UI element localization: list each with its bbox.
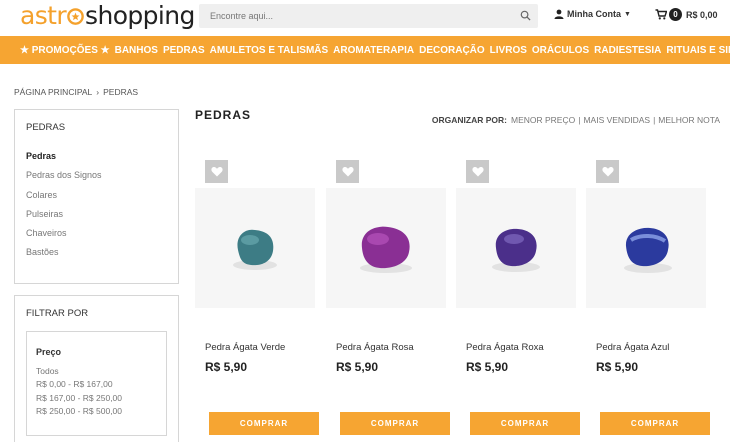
heart-icon <box>601 167 614 177</box>
nav-item-banhos[interactable]: BANHOS <box>115 45 158 56</box>
stone-image <box>624 227 672 273</box>
favorite-button[interactable] <box>466 160 489 183</box>
stone-image <box>233 229 277 270</box>
nav-item-decoracao[interactable]: DECORAÇÃO <box>419 45 485 56</box>
stone-highlight <box>241 235 259 245</box>
product-name[interactable]: Pedra Ágata Rosa <box>336 342 414 353</box>
filter-panel: FILTRAR POR Preço Todos R$ 0,00 - R$ 167… <box>14 295 179 442</box>
price-filter-list: Todos R$ 0,00 - R$ 167,00 R$ 167,00 - R$… <box>36 366 122 419</box>
category-item-pedras-dos-signos[interactable]: Pedras dos Signos <box>26 170 102 189</box>
stone-body <box>361 226 410 269</box>
logo-text-part2: shopping <box>85 1 195 30</box>
breadcrumb-separator: › <box>96 87 100 97</box>
nav-item-aromaterapia[interactable]: AROMATERAPIA <box>333 45 414 56</box>
account-menu[interactable]: Minha Conta ▼ <box>554 9 631 19</box>
buy-button[interactable]: COMPRAR <box>340 412 450 435</box>
favorite-button[interactable] <box>205 160 228 183</box>
category-panel-title: PEDRAS <box>26 122 66 133</box>
buy-button[interactable]: COMPRAR <box>209 412 319 435</box>
product-image[interactable] <box>586 188 706 308</box>
favorite-button[interactable] <box>596 160 619 183</box>
product-image[interactable] <box>326 188 446 308</box>
product-price: R$ 5,90 <box>336 360 379 374</box>
nav-item-livros[interactable]: LIVROS <box>490 45 527 56</box>
sort-bar: ORGANIZAR POR: MENOR PREÇO | MAIS VENDIDAS |… <box>432 115 720 125</box>
stone-body <box>237 229 274 266</box>
product-image[interactable] <box>456 188 576 308</box>
price-option-todos[interactable]: Todos <box>36 366 122 379</box>
sort-label: ORGANIZAR POR: <box>431 115 507 125</box>
site-logo[interactable]: astr shopping <box>20 1 195 31</box>
heart-icon <box>341 167 354 177</box>
sort-divider: | <box>653 115 656 125</box>
product-price: R$ 5,90 <box>205 360 248 374</box>
site-header: astr shopping Minha Conta ▼ 0 R$ 0,00 <box>0 0 730 36</box>
search-input[interactable] <box>199 4 509 28</box>
nav-item-radiestesia[interactable]: RADIESTESIA <box>594 45 661 56</box>
chevron-down-icon: ▼ <box>624 10 631 18</box>
category-item-bastoes[interactable]: Bastões <box>26 247 102 266</box>
nav-item-amuletos[interactable]: AMULETOS E TALISMÃS <box>210 45 329 56</box>
stone-image <box>360 226 412 273</box>
buy-button[interactable]: COMPRAR <box>600 412 710 435</box>
product-name[interactable]: Pedra Ágata Azul <box>596 342 669 353</box>
logo-text-part1: astr <box>20 1 67 30</box>
category-panel: PEDRAS Pedras Pedras dos Signos Colares … <box>14 109 179 284</box>
product-price: R$ 5,90 <box>596 360 639 374</box>
price-option-167-250[interactable]: R$ 167,00 - R$ 250,00 <box>36 393 122 406</box>
category-item-pedras[interactable]: Pedras <box>26 151 102 170</box>
page-title: PEDRAS <box>195 108 252 122</box>
user-icon <box>554 9 564 19</box>
search-icon[interactable] <box>520 10 531 21</box>
product-image[interactable] <box>195 188 315 308</box>
cart-total: R$ 0,00 <box>686 9 718 20</box>
favorite-button[interactable] <box>336 160 359 183</box>
filter-panel-title: FILTRAR POR <box>26 308 89 319</box>
category-item-chaveiros[interactable]: Chaveiros <box>26 228 102 247</box>
product-name[interactable]: Pedra Ágata Verde <box>205 342 285 353</box>
price-filter-title: Preço <box>36 347 62 357</box>
sort-option-melhor-nota[interactable]: MELHOR NOTA <box>658 115 720 125</box>
account-label: Minha Conta <box>567 9 621 19</box>
main-navigation: ★ PROMOÇÕES ★ BANHOS PEDRAS AMULETOS E T… <box>0 36 730 64</box>
sort-divider: | <box>578 115 581 125</box>
cart-count-badge: 0 <box>669 8 682 21</box>
breadcrumb: PÁGINA PRINCIPAL › PEDRAS <box>14 87 138 97</box>
price-filter: Preço Todos R$ 0,00 - R$ 167,00 R$ 167,0… <box>26 331 167 436</box>
category-item-pulseiras[interactable]: Pulseiras <box>26 209 102 228</box>
logo-star-icon <box>67 8 84 25</box>
breadcrumb-home[interactable]: PÁGINA PRINCIPAL <box>14 87 92 97</box>
nav-item-rituais[interactable]: RITUAIS E SIMPATIAS <box>666 45 730 56</box>
search-bar <box>199 4 538 28</box>
cart-button[interactable]: 0 R$ 0,00 <box>655 8 718 21</box>
stone-body <box>625 227 669 267</box>
stone-highlight <box>367 233 389 245</box>
breadcrumb-current: PEDRAS <box>103 87 139 97</box>
category-item-colares[interactable]: Colares <box>26 190 102 209</box>
stone-highlight <box>504 234 524 244</box>
nav-item-promocoes[interactable]: ★ PROMOÇÕES ★ <box>20 45 110 56</box>
sort-option-menor-preco[interactable]: MENOR PREÇO <box>511 115 575 125</box>
product-name[interactable]: Pedra Ágata Roxa <box>466 342 544 353</box>
sort-option-mais-vendidas[interactable]: MAIS VENDIDAS <box>583 115 650 125</box>
cart-icon <box>655 9 667 20</box>
nav-item-oraculos[interactable]: ORÁCULOS <box>532 45 589 56</box>
heart-icon <box>210 167 223 177</box>
stone-image <box>492 228 540 272</box>
price-option-0-167[interactable]: R$ 0,00 - R$ 167,00 <box>36 379 122 392</box>
category-list: Pedras Pedras dos Signos Colares Pulseir… <box>26 151 102 267</box>
product-price: R$ 5,90 <box>466 360 509 374</box>
buy-button[interactable]: COMPRAR <box>470 412 580 435</box>
nav-item-pedras[interactable]: PEDRAS <box>163 45 205 56</box>
price-option-250-500[interactable]: R$ 250,00 - R$ 500,00 <box>36 406 122 419</box>
heart-icon <box>471 167 484 177</box>
